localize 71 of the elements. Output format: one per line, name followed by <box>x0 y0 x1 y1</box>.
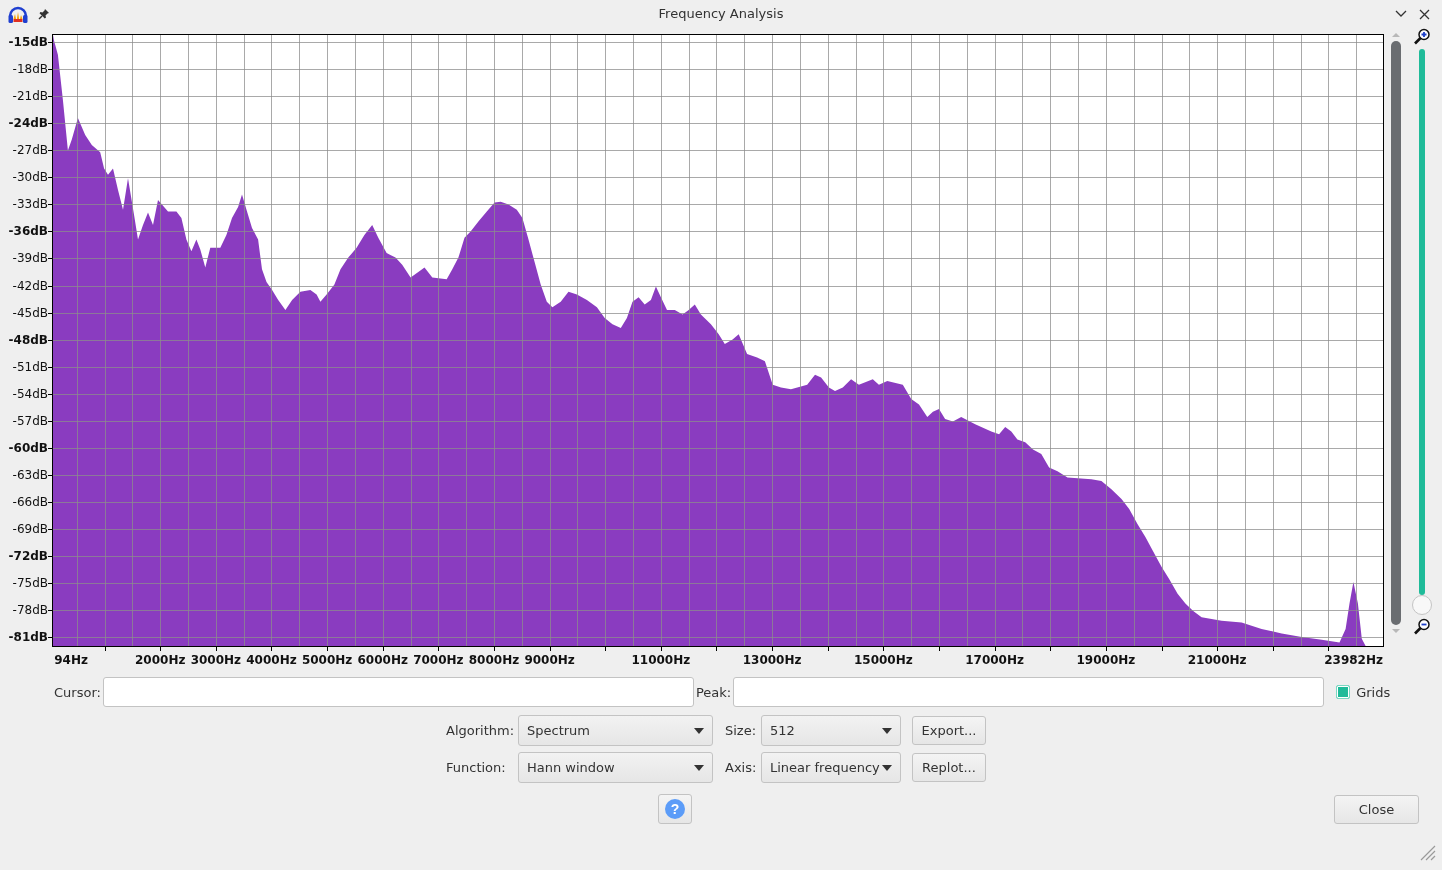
cursor-label: Cursor: <box>54 684 101 700</box>
x-axis-label: 94Hz <box>54 653 88 665</box>
x-axis-label: 2000Hz <box>135 653 186 665</box>
x-axis-label: 7000Hz <box>413 653 464 665</box>
caret-icon <box>694 764 704 771</box>
pin-icon[interactable] <box>38 8 50 20</box>
x-axis-label: 21000Hz <box>1187 653 1247 665</box>
peak-label: Peak: <box>695 684 732 700</box>
x-axis-label: 3000Hz <box>190 653 242 665</box>
y-axis-label: -72dB <box>8 548 48 563</box>
axis-label: Axis: <box>724 760 758 775</box>
y-axis-label: -57dB <box>12 413 48 428</box>
export-button[interactable]: Export... <box>912 716 986 745</box>
y-axis-label: -66dB <box>12 494 48 509</box>
window-title: Frequency Analysis <box>658 6 784 21</box>
y-axis-label: -54dB <box>12 386 48 401</box>
zoom-out-icon[interactable] <box>1413 618 1431 636</box>
algorithm-label: Algorithm: <box>446 723 516 738</box>
function-label: Function: <box>446 760 507 775</box>
axis-dropdown[interactable]: Linear frequency <box>761 752 901 783</box>
chevron-down-icon[interactable] <box>1395 10 1407 18</box>
x-axis-label: 9000Hz <box>524 653 575 665</box>
grids-label[interactable]: Grids <box>1356 684 1391 700</box>
size-label: Size: <box>724 723 758 738</box>
scroll-down-icon[interactable] <box>1391 628 1401 634</box>
y-axis-label: -78dB <box>12 602 48 617</box>
x-axis-label: 6000Hz <box>357 653 408 665</box>
peak-field[interactable] <box>733 677 1325 707</box>
y-axis-label: -24dB <box>8 116 48 131</box>
y-axis-label: -21dB <box>12 89 48 104</box>
y-axis-label: -33dB <box>12 197 48 212</box>
x-axis-label: 23982Hz <box>1324 653 1383 665</box>
zoom-in-icon[interactable] <box>1413 28 1431 46</box>
y-axis-label: -51dB <box>12 359 48 374</box>
close-icon[interactable] <box>1419 8 1430 20</box>
scroll-up-icon[interactable] <box>1391 32 1401 38</box>
caret-icon <box>694 727 704 734</box>
y-axis-label: -60dB <box>8 440 48 455</box>
y-axis-label: -69dB <box>12 521 48 536</box>
x-axis-label: 19000Hz <box>1076 653 1136 665</box>
caret-icon <box>882 727 892 734</box>
close-button[interactable]: Close <box>1334 794 1419 824</box>
y-axis-label: -18dB <box>12 62 48 77</box>
replot-button[interactable]: Replot... <box>912 753 986 782</box>
y-axis-label: -42dB <box>12 278 48 293</box>
caret-icon <box>882 764 892 771</box>
y-axis-label: -36dB <box>8 224 48 239</box>
y-axis-label: -63dB <box>12 467 48 482</box>
app-logo-icon <box>7 4 29 24</box>
x-axis-label: 15000Hz <box>854 653 913 665</box>
y-axis-label: -45dB <box>12 305 48 320</box>
y-axis-label: -39dB <box>12 251 48 266</box>
x-axis-label: 11000Hz <box>631 653 691 665</box>
y-axis-label: -48dB <box>8 332 48 347</box>
y-axis-label: -81dB <box>8 630 48 644</box>
algorithm-dropdown[interactable]: Spectrum <box>518 715 713 746</box>
grids-checkbox[interactable] <box>1336 685 1351 699</box>
x-axis-label: 8000Hz <box>468 653 520 665</box>
x-axis-label: 5000Hz <box>301 653 353 665</box>
zoom-slider-thumb[interactable] <box>1412 595 1432 615</box>
cursor-field[interactable] <box>102 677 694 707</box>
y-axis-label: -27dB <box>12 143 48 158</box>
scrollbar-thumb[interactable] <box>1391 41 1401 625</box>
y-axis-label: -75dB <box>12 575 48 590</box>
x-axis-label: 4000Hz <box>246 653 297 665</box>
size-dropdown[interactable]: 512 <box>761 715 901 746</box>
y-axis-label: -15dB <box>8 35 48 50</box>
y-axis-label: -30dB <box>12 170 48 185</box>
function-dropdown[interactable]: Hann window <box>518 752 713 783</box>
x-axis-label: 13000Hz <box>742 653 802 665</box>
x-axis-label: 17000Hz <box>965 653 1024 665</box>
